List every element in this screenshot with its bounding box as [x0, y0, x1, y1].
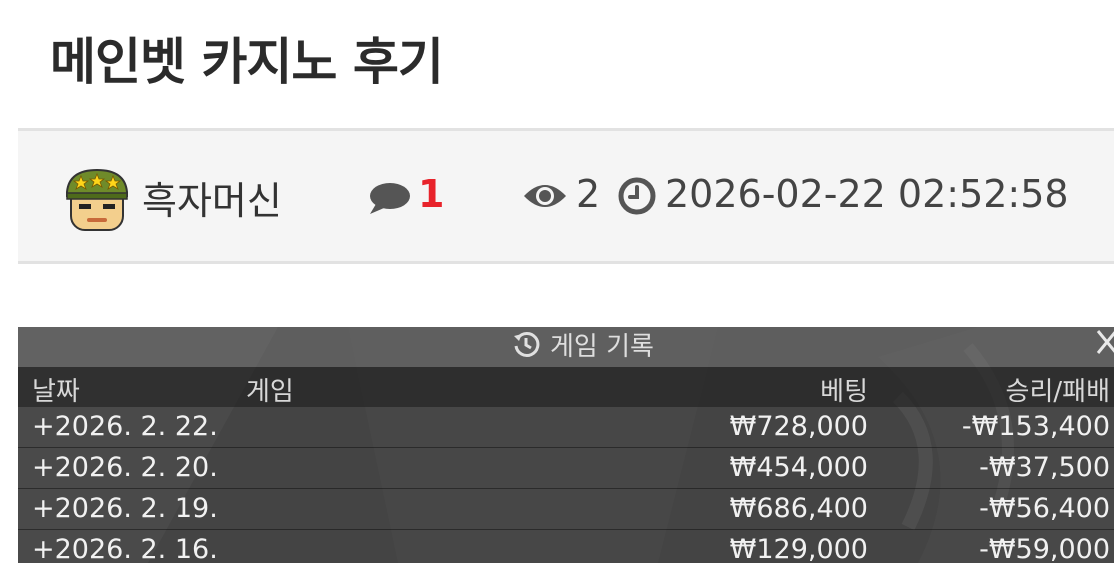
post-title: 메인벳 카지노 후기 — [50, 33, 444, 91]
table-row[interactable]: +2026. 2. 19. ₩686,400 -₩56,400 — [18, 489, 1114, 530]
table-header: 날짜 게임 베팅 승리/패배 — [18, 367, 1114, 407]
row-date: +2026. 2. 20. — [32, 452, 218, 483]
row-result: -₩37,500 — [979, 452, 1110, 483]
row-date: +2026. 2. 22. — [32, 411, 218, 442]
eye-icon — [524, 185, 566, 207]
row-bet: ₩686,400 — [729, 493, 868, 524]
post-datetime: 2026-02-22 02:52:58 — [665, 172, 1069, 216]
clock-icon — [618, 177, 656, 215]
comment-icon — [370, 183, 410, 214]
row-bet: ₩454,000 — [729, 452, 868, 483]
row-result: -₩153,400 — [961, 411, 1110, 442]
author-avatar[interactable] — [63, 166, 131, 234]
view-count: 2 — [576, 172, 601, 216]
row-date: +2026. 2. 16. — [32, 534, 218, 563]
column-header-bet: 베팅 — [820, 377, 868, 407]
row-result: -₩59,000 — [979, 534, 1110, 563]
table-row[interactable]: +2026. 2. 22. ₩728,000 -₩153,400 — [18, 407, 1114, 448]
author-name[interactable]: 흑자머신 — [142, 170, 282, 225]
row-bet: ₩129,000 — [729, 534, 868, 563]
game-history-title: 게임 기록 — [550, 332, 654, 362]
game-history-header: 게임 기록 — [18, 327, 1114, 367]
close-icon[interactable] — [1094, 327, 1114, 355]
game-history-screenshot: 게임 기록 날짜 게임 베팅 승리/패배 +2026. 2. 22. ₩728,… — [18, 327, 1114, 563]
comment-count[interactable]: 1 — [418, 172, 444, 216]
row-bet: ₩728,000 — [729, 411, 868, 442]
column-header-result: 승리/패배 — [1005, 377, 1110, 407]
table-row[interactable]: +2026. 2. 16. ₩129,000 -₩59,000 — [18, 530, 1114, 563]
table-row[interactable]: +2026. 2. 20. ₩454,000 -₩37,500 — [18, 448, 1114, 489]
row-result: -₩56,400 — [979, 493, 1110, 524]
column-header-game: 게임 — [246, 377, 294, 407]
row-date: +2026. 2. 19. — [32, 493, 218, 524]
history-icon — [514, 331, 540, 357]
column-header-date: 날짜 — [32, 377, 80, 407]
